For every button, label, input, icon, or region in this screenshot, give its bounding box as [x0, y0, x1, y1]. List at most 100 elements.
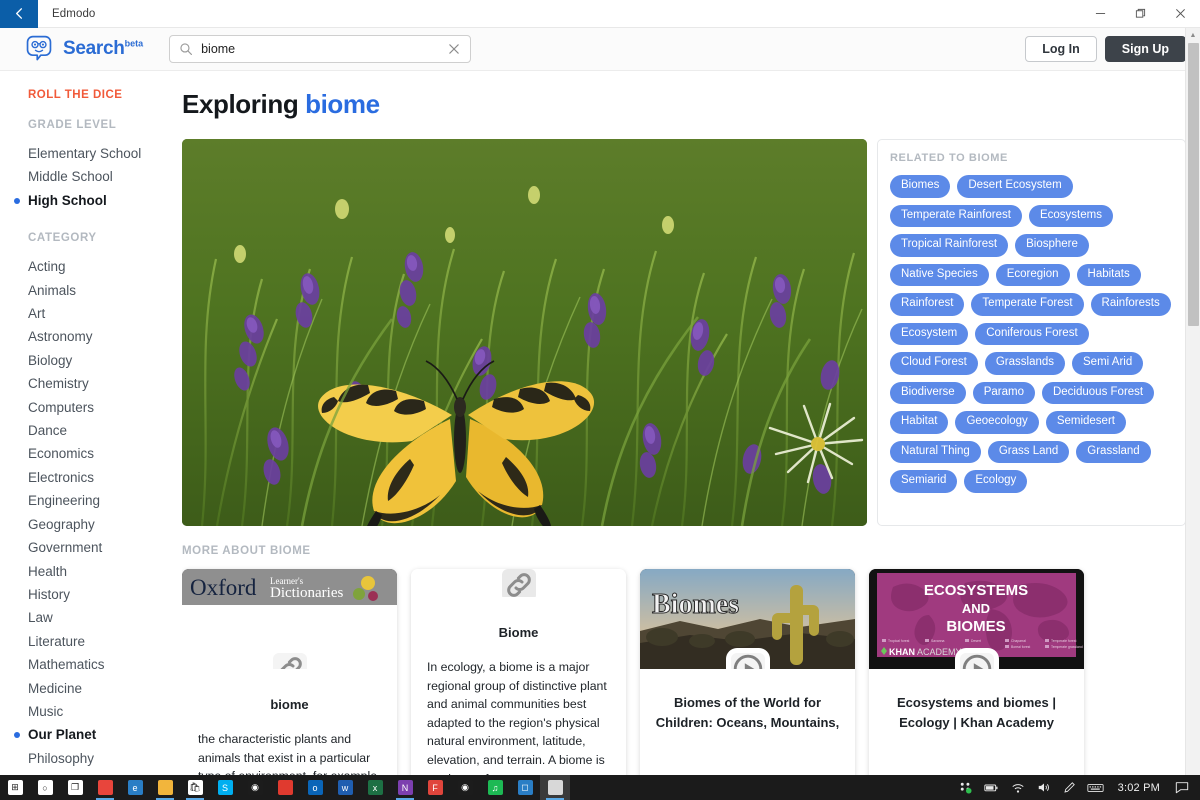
related-tag[interactable]: Cloud Forest [890, 352, 978, 375]
related-tag[interactable]: Grassland [1076, 440, 1151, 463]
taskbar-microsoft-onenote[interactable]: N [390, 775, 420, 800]
back-button[interactable] [0, 0, 38, 28]
sidebar-category-biology[interactable]: Biology [28, 349, 182, 372]
taskbar-spotify[interactable]: ♫ [480, 775, 510, 800]
sidebar-category-animals[interactable]: Animals [28, 279, 182, 302]
related-tag[interactable]: Desert Ecosystem [957, 175, 1073, 198]
sidebar-category-dance[interactable]: Dance [28, 419, 182, 442]
taskbar-sublime-text[interactable] [270, 775, 300, 800]
sidebar-category-medicine[interactable]: Medicine [28, 677, 182, 700]
sidebar-category-health[interactable]: Health [28, 560, 182, 583]
maximize-button[interactable] [1120, 0, 1160, 28]
sidebar-category-economics[interactable]: Economics [28, 442, 182, 465]
page-scrollbar[interactable]: ▲ [1185, 28, 1200, 780]
roll-the-dice-link[interactable]: ROLL THE DICE [28, 89, 182, 101]
volume-icon[interactable] [1032, 775, 1056, 800]
sidebar-category-chemistry[interactable]: Chemistry [28, 372, 182, 395]
taskbar-microsoft-edge[interactable]: e [120, 775, 150, 800]
related-tag[interactable]: Semi Arid [1072, 352, 1144, 375]
result-card-oxford[interactable]: Oxford Learner's Dictionaries biome the … [182, 569, 397, 780]
related-tag[interactable]: Coniferous Forest [975, 322, 1089, 345]
search-input[interactable]: biome [169, 35, 472, 63]
related-tag[interactable]: Rainforest [890, 293, 965, 316]
related-tag[interactable]: Natural Thing [890, 440, 981, 463]
sidebar-category-music[interactable]: Music [28, 700, 182, 723]
related-tag[interactable]: Habitats [1076, 263, 1141, 286]
sidebar-category-engineering[interactable]: Engineering [28, 489, 182, 512]
related-tag[interactable]: Habitat [890, 411, 949, 434]
sidebar-category-law[interactable]: Law [28, 606, 182, 629]
taskbar-microsoft-word[interactable]: w [330, 775, 360, 800]
keyboard-icon[interactable] [1084, 775, 1108, 800]
sidebar-category-astronomy[interactable]: Astronomy [28, 325, 182, 348]
taskbar-start-button[interactable]: ⊞ [0, 775, 30, 800]
result-card-biome[interactable]: Biome In ecology, a biome is a major reg… [411, 569, 626, 780]
related-tag[interactable]: Semidesert [1045, 411, 1126, 434]
sidebar-category-mathematics[interactable]: Mathematics [28, 653, 182, 676]
related-tag[interactable]: Biomes [890, 175, 951, 198]
taskbar-microsoft-outlook[interactable]: o [300, 775, 330, 800]
play-badge[interactable] [959, 653, 994, 669]
sidebar-grade-high-school[interactable]: High School [14, 189, 182, 212]
related-tag[interactable]: Geoecology [955, 411, 1039, 434]
result-card-biomes-video[interactable]: Biomes Biomes of the World for Children:… [640, 569, 855, 780]
related-tag[interactable]: Biodiverse [890, 381, 966, 404]
related-tag[interactable]: Paramo [972, 381, 1035, 404]
sidebar-category-geography[interactable]: Geography [28, 513, 182, 536]
taskbar-skype[interactable]: S [210, 775, 240, 800]
taskbar-microsoft-store[interactable]: 🛍 [180, 775, 210, 800]
taskbar-figma[interactable]: F [420, 775, 450, 800]
taskbar-google-chrome[interactable] [90, 775, 120, 800]
sidebar-category-art[interactable]: Art [28, 302, 182, 325]
close-button[interactable] [1160, 0, 1200, 28]
pen-icon[interactable] [1058, 775, 1082, 800]
scrollbar-thumb[interactable] [1188, 43, 1199, 326]
clear-search-icon[interactable] [447, 42, 461, 56]
network-sync-icon[interactable] [954, 775, 978, 800]
related-tag[interactable]: Biosphere [1015, 234, 1089, 257]
taskbar-edmodo[interactable] [540, 775, 570, 800]
related-tag[interactable]: Semiarid [890, 470, 958, 493]
sidebar-category-literature[interactable]: Literature [28, 630, 182, 653]
action-center-icon[interactable] [1170, 775, 1194, 800]
sidebar-category-philosophy[interactable]: Philosophy [28, 747, 182, 770]
related-tag[interactable]: Ecosystem [890, 322, 969, 345]
taskbar-cortana-search[interactable]: ○ [30, 775, 60, 800]
related-tag[interactable]: Rainforests [1090, 293, 1171, 316]
scroll-up-arrow[interactable]: ▲ [1186, 28, 1200, 43]
related-tag[interactable]: Grasslands [984, 352, 1066, 375]
related-tag[interactable]: Ecosystems [1028, 204, 1113, 227]
sidebar-category-our-planet[interactable]: Our Planet [14, 723, 182, 746]
sidebar-category-government[interactable]: Government [28, 536, 182, 559]
sidebar-grade-elementary-school[interactable]: Elementary School [28, 142, 182, 165]
related-tag[interactable]: Temperate Rainforest [890, 204, 1022, 227]
wifi-icon[interactable] [1006, 775, 1030, 800]
taskbar-microsoft-excel[interactable]: x [360, 775, 390, 800]
brand-logo[interactable]: Searchbeta [24, 34, 143, 64]
taskbar-xbox[interactable]: ◉ [450, 775, 480, 800]
result-card-khan-video[interactable]: ECOSYSTEMS AND BIOMES Tropical forest Sa… [869, 569, 1084, 780]
related-tag[interactable]: Grass Land [987, 440, 1070, 463]
sidebar-category-acting[interactable]: Acting [28, 255, 182, 278]
sidebar-grade-middle-school[interactable]: Middle School [28, 165, 182, 188]
battery-icon[interactable] [980, 775, 1004, 800]
taskbar-app-dark-circle[interactable]: ◉ [240, 775, 270, 800]
login-button[interactable]: Log In [1025, 36, 1097, 62]
related-tag[interactable]: Deciduous Forest [1041, 381, 1155, 404]
sidebar-category-electronics[interactable]: Electronics [28, 466, 182, 489]
related-tag[interactable]: Tropical Rainforest [890, 234, 1009, 257]
related-tag[interactable]: Ecoregion [995, 263, 1070, 286]
related-tag[interactable]: Ecology [964, 470, 1028, 493]
minimize-button[interactable] [1080, 0, 1120, 28]
taskbar-file-explorer[interactable] [150, 775, 180, 800]
related-tag[interactable]: Temperate Forest [971, 293, 1084, 316]
sidebar-category-computers[interactable]: Computers [28, 396, 182, 419]
hero-image[interactable] [182, 139, 867, 526]
play-badge[interactable] [730, 653, 765, 669]
taskbar-task-view[interactable]: ❐ [60, 775, 90, 800]
taskbar-clock[interactable]: 3:02 PM [1110, 782, 1168, 794]
taskbar-instagram[interactable]: ◻ [510, 775, 540, 800]
signup-button[interactable]: Sign Up [1104, 36, 1186, 62]
sidebar-category-history[interactable]: History [28, 583, 182, 606]
related-tag[interactable]: Native Species [890, 263, 989, 286]
